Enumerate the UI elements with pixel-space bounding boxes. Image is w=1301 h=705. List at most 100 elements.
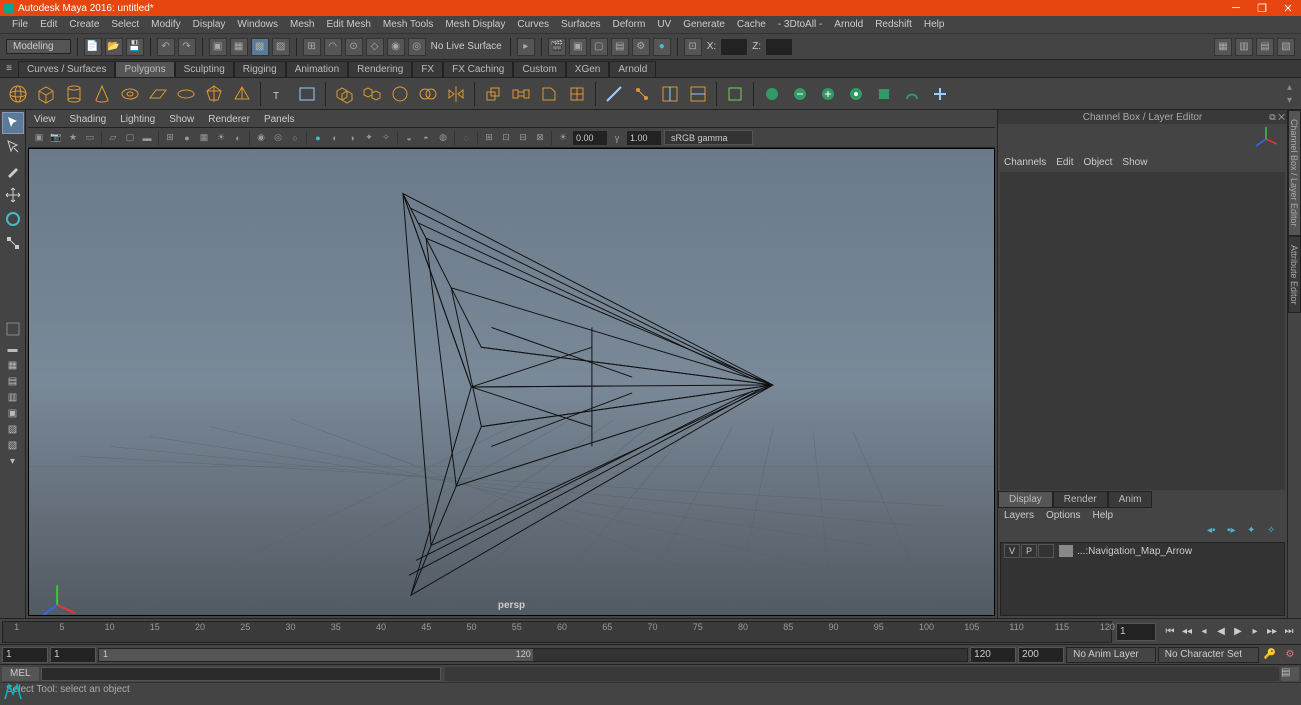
gamma-input[interactable]: 1.00 xyxy=(627,131,661,145)
layer-menu-help[interactable]: Help xyxy=(1092,510,1113,521)
panel-menu-show[interactable]: Show xyxy=(169,114,194,125)
workspace-dropdown[interactable]: Modeling xyxy=(6,39,71,54)
panel-menu-view[interactable]: View xyxy=(34,114,56,125)
light1-icon[interactable]: ● xyxy=(311,131,325,145)
poly-cube-button[interactable] xyxy=(34,82,58,106)
scale-tool[interactable] xyxy=(2,232,24,254)
menu-edit[interactable]: Edit xyxy=(34,19,63,30)
set-key-button[interactable]: ⚙ xyxy=(1281,647,1299,663)
layout-more-button[interactable]: ▾ xyxy=(4,454,22,468)
snap-surface-button[interactable]: ◉ xyxy=(387,38,405,56)
play-forward-button[interactable]: ▶ xyxy=(1230,624,1246,640)
wireframe-icon[interactable]: ⊞ xyxy=(163,131,177,145)
resolution-gate-icon[interactable]: ▢ xyxy=(123,131,137,145)
go-start-button[interactable]: ⏮ xyxy=(1162,624,1178,640)
viewport[interactable]: persp xyxy=(28,148,995,616)
quad-draw-button[interactable] xyxy=(723,82,747,106)
select-component-button[interactable]: ▩ xyxy=(251,38,269,56)
xyz-toggle-button[interactable]: ⊡ xyxy=(684,38,702,56)
menu-generate[interactable]: Generate xyxy=(677,19,731,30)
shelf-tab-sculpting[interactable]: Sculpting xyxy=(175,61,234,77)
shelf-tab-rigging[interactable]: Rigging xyxy=(234,61,286,77)
move-layer-up-icon[interactable]: ◂▪ xyxy=(1207,525,1221,537)
poly-platonic-button[interactable] xyxy=(202,82,226,106)
poly-pyramid-button[interactable] xyxy=(230,82,254,106)
paint-tool[interactable] xyxy=(2,160,24,182)
anim-layer-dropdown[interactable]: No Anim Layer xyxy=(1066,647,1156,663)
panel-menu-shading[interactable]: Shading xyxy=(70,114,107,125)
ch-menu-show[interactable]: Show xyxy=(1122,157,1147,168)
x-input[interactable] xyxy=(721,39,747,55)
ch-menu-channels[interactable]: Channels xyxy=(1004,157,1046,168)
layer-menu-layers[interactable]: Layers xyxy=(1004,510,1034,521)
step-forward-button[interactable]: ▸ xyxy=(1247,624,1263,640)
multicut-button[interactable] xyxy=(602,82,626,106)
sculpt-3-button[interactable] xyxy=(816,82,840,106)
layout-graph-button[interactable]: ▧ xyxy=(4,438,22,452)
poly-torus-button[interactable] xyxy=(118,82,142,106)
hypershade-button[interactable]: ● xyxy=(653,38,671,56)
boolean-button[interactable] xyxy=(416,82,440,106)
menu-curves[interactable]: Curves xyxy=(511,19,555,30)
bevel-button[interactable] xyxy=(537,82,561,106)
xray-joints-icon[interactable]: ○ xyxy=(288,131,302,145)
last-tool[interactable] xyxy=(2,318,24,340)
shelf-tab-rendering[interactable]: Rendering xyxy=(348,61,412,77)
shelf-tab-custom[interactable]: Custom xyxy=(513,61,565,77)
menu-uv[interactable]: UV xyxy=(651,19,677,30)
insert-edge-button[interactable] xyxy=(658,82,682,106)
layout-2-button[interactable]: ▥ xyxy=(1235,38,1253,56)
bridge-button[interactable] xyxy=(509,82,533,106)
menu-3dtoall[interactable]: - 3DtoAll - xyxy=(772,19,828,30)
light4-icon[interactable]: ✦ xyxy=(362,131,376,145)
vtab-attribute-editor[interactable]: Attribute Editor xyxy=(1288,236,1301,314)
poly-disc-button[interactable] xyxy=(174,82,198,106)
snap-view-button[interactable]: ◎ xyxy=(408,38,426,56)
rotate-tool[interactable] xyxy=(2,208,24,230)
move-tool[interactable] xyxy=(2,184,24,206)
layer-visible-cell[interactable]: V xyxy=(1004,544,1020,558)
panel-menu-panels[interactable]: Panels xyxy=(264,114,295,125)
shelf-tab-fxcaching[interactable]: FX Caching xyxy=(443,61,513,77)
isolate-icon[interactable]: ◉ xyxy=(254,131,268,145)
render-region-button[interactable]: ▢ xyxy=(590,38,608,56)
layer-type-cell[interactable] xyxy=(1038,544,1054,558)
poly-cone-button[interactable] xyxy=(90,82,114,106)
combine-button[interactable] xyxy=(332,82,356,106)
xray-icon[interactable]: ◎ xyxy=(271,131,285,145)
command-input[interactable] xyxy=(41,667,441,681)
new-scene-button[interactable]: 📄 xyxy=(84,38,102,56)
tab-anim[interactable]: Anim xyxy=(1108,491,1153,508)
playback-start-input[interactable]: 1 xyxy=(50,647,96,663)
vtab-channelbox[interactable]: Channel Box / Layer Editor xyxy=(1288,110,1301,236)
auto-key-button[interactable]: 🔑 xyxy=(1261,647,1279,663)
panel-menu-renderer[interactable]: Renderer xyxy=(208,114,250,125)
svg-button[interactable] xyxy=(295,82,319,106)
maximize-button[interactable]: ❐ xyxy=(1249,0,1275,16)
close-button[interactable]: ✕ xyxy=(1275,0,1301,16)
snap-point-button[interactable]: ⊙ xyxy=(345,38,363,56)
sculpt-6-button[interactable] xyxy=(900,82,924,106)
anim-end-input[interactable]: 200 xyxy=(1018,647,1064,663)
menu-windows[interactable]: Windows xyxy=(231,19,284,30)
layout-two-h-button[interactable]: ▤ xyxy=(4,374,22,388)
light3-icon[interactable]: ◑ xyxy=(345,131,359,145)
layer-playback-cell[interactable]: P xyxy=(1021,544,1037,558)
snap-curve-button[interactable]: ◠ xyxy=(324,38,342,56)
append-button[interactable] xyxy=(565,82,589,106)
layout-persp-button[interactable]: ▣ xyxy=(4,406,22,420)
gamma-icon[interactable]: γ xyxy=(610,131,624,145)
open-scene-button[interactable]: 📂 xyxy=(105,38,123,56)
playback-end-input[interactable]: 120 xyxy=(970,647,1016,663)
undo-button[interactable]: ↶ xyxy=(157,38,175,56)
ch-menu-object[interactable]: Object xyxy=(1084,157,1113,168)
save-scene-button[interactable]: 💾 xyxy=(126,38,144,56)
layout-outliner-button[interactable]: ▨ xyxy=(4,422,22,436)
poly-plane-button[interactable] xyxy=(146,82,170,106)
shelf-tab-arnold[interactable]: Arnold xyxy=(609,61,656,77)
menu-surfaces[interactable]: Surfaces xyxy=(555,19,606,30)
menu-editmesh[interactable]: Edit Mesh xyxy=(320,19,376,30)
poly-sphere-button[interactable] xyxy=(6,82,30,106)
snap-plane-button[interactable]: ◇ xyxy=(366,38,384,56)
menu-help[interactable]: Help xyxy=(918,19,951,30)
